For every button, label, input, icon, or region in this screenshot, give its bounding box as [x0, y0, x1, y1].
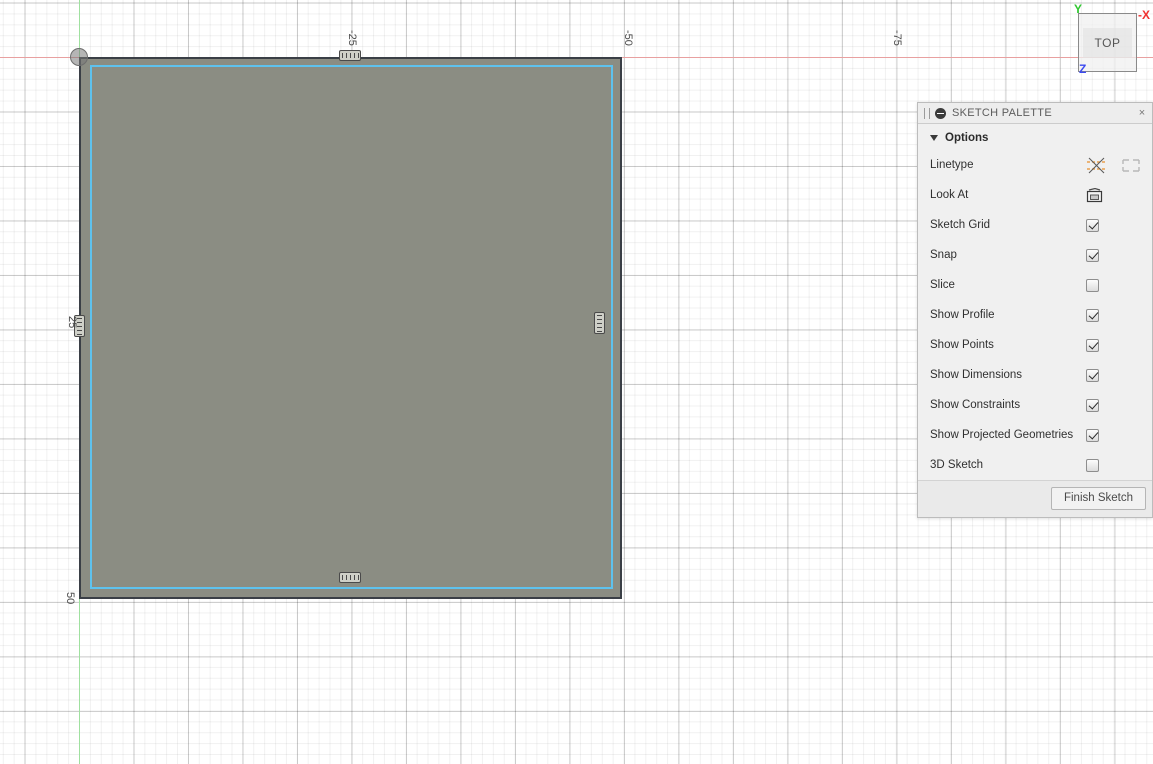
close-icon[interactable]: ×	[1136, 107, 1148, 119]
option-label-3d-sketch: 3D Sketch	[930, 459, 984, 471]
option-row-show-dimensions[interactable]: Show Dimensions	[918, 360, 1152, 390]
drag-grip-icon[interactable]	[924, 107, 930, 119]
construction-line-icon[interactable]	[1086, 157, 1108, 174]
option-control-show-projected-geometries[interactable]	[1086, 428, 1152, 442]
option-row-snap[interactable]: Snap	[918, 240, 1152, 270]
sketch-profile-outline[interactable]	[90, 65, 613, 589]
checkbox-snap[interactable]	[1086, 248, 1099, 262]
centerline-icon[interactable]	[1121, 157, 1141, 174]
option-label-show-points: Show Points	[930, 339, 994, 351]
ruler-tick-label-y-25: 25	[66, 316, 78, 329]
option-control-linetype[interactable]	[1086, 157, 1152, 174]
checkbox-slice[interactable]	[1086, 278, 1099, 292]
finish-sketch-button[interactable]: Finish Sketch	[1050, 487, 1146, 510]
view-cube-axis-label-nx: -X	[1138, 8, 1150, 22]
option-control-look-at[interactable]	[1086, 187, 1152, 203]
horizontal-constraint-icon[interactable]	[339, 572, 361, 583]
checkbox-show-dimensions[interactable]	[1086, 368, 1099, 382]
option-row-3d-sketch[interactable]: 3D Sketch	[918, 450, 1152, 480]
option-control-show-dimensions[interactable]	[1086, 368, 1152, 382]
option-row-show-points[interactable]: Show Points	[918, 330, 1152, 360]
checkbox-show-constraints[interactable]	[1086, 398, 1099, 412]
view-cube[interactable]: TOP	[1078, 13, 1137, 72]
view-cube-axis-label-y: Y	[1074, 2, 1083, 16]
checkbox-show-profile[interactable]	[1086, 308, 1099, 322]
collapse-icon[interactable]	[935, 107, 946, 119]
option-label-show-profile: Show Profile	[930, 309, 995, 321]
option-control-3d-sketch[interactable]	[1086, 458, 1152, 472]
sketch-palette-header[interactable]: SKETCH PALETTE ×	[918, 103, 1152, 124]
checkbox-show-projected-geometries[interactable]	[1086, 428, 1099, 442]
option-label-slice: Slice	[930, 279, 955, 291]
option-label-sketch-grid: Sketch Grid	[930, 219, 991, 231]
option-label-show-dimensions: Show Dimensions	[930, 369, 1023, 381]
option-row-look-at[interactable]: Look At	[918, 180, 1152, 210]
look-at-icon[interactable]	[1086, 187, 1103, 203]
option-control-show-points[interactable]	[1086, 338, 1152, 352]
checkbox-sketch-grid[interactable]	[1086, 218, 1099, 232]
option-control-sketch-grid[interactable]	[1086, 218, 1152, 232]
option-control-slice[interactable]	[1086, 278, 1152, 292]
vertical-constraint-icon[interactable]	[594, 312, 605, 334]
sketch-palette-title: SKETCH PALETTE	[952, 107, 1052, 119]
option-row-linetype[interactable]: Linetype	[918, 150, 1152, 180]
horizontal-constraint-icon[interactable]	[339, 50, 361, 61]
option-control-show-constraints[interactable]	[1086, 398, 1152, 412]
ruler-tick-label-x-75: -75	[891, 30, 903, 46]
checkbox-3d-sketch[interactable]	[1086, 458, 1099, 472]
checkbox-show-points[interactable]	[1086, 338, 1099, 352]
option-row-show-constraints[interactable]: Show Constraints	[918, 390, 1152, 420]
option-label-show-constraints: Show Constraints	[930, 399, 1021, 411]
view-cube-axis-label-z: Z	[1079, 62, 1087, 76]
sketch-origin-point[interactable]	[70, 48, 88, 66]
option-control-show-profile[interactable]	[1086, 308, 1152, 322]
sketch-palette-body: Options Linetype Look At Sketch Grid Sna…	[918, 124, 1152, 480]
application-window: -25 -50 -75 25 50 TOP Y -X Z SKETCH PALE…	[0, 0, 1153, 764]
option-row-slice[interactable]: Slice	[918, 270, 1152, 300]
option-label-look-at: Look At	[930, 189, 969, 201]
view-cube-face-top[interactable]: TOP	[1082, 27, 1133, 58]
ruler-tick-label-x-50: -50	[622, 30, 634, 46]
option-row-sketch-grid[interactable]: Sketch Grid	[918, 210, 1152, 240]
chevron-down-icon	[930, 135, 938, 141]
option-control-snap[interactable]	[1086, 248, 1152, 262]
ruler-tick-label-y-50: 50	[64, 592, 76, 605]
option-row-show-projected-geometries[interactable]: Show Projected Geometries	[918, 420, 1152, 450]
ruler-tick-label-x-25: -25	[346, 30, 358, 46]
option-label-linetype: Linetype	[930, 159, 974, 171]
sketch-palette-footer: Finish Sketch	[918, 480, 1152, 517]
sketch-palette-panel[interactable]: SKETCH PALETTE × Options Linetype Look A…	[917, 102, 1153, 518]
option-row-show-profile[interactable]: Show Profile	[918, 300, 1152, 330]
options-section-label: Options	[945, 132, 989, 144]
option-label-snap: Snap	[930, 249, 957, 261]
option-label-show-projected-geometries: Show Projected Geometries	[930, 429, 1074, 441]
options-section-header[interactable]: Options	[918, 124, 1152, 150]
